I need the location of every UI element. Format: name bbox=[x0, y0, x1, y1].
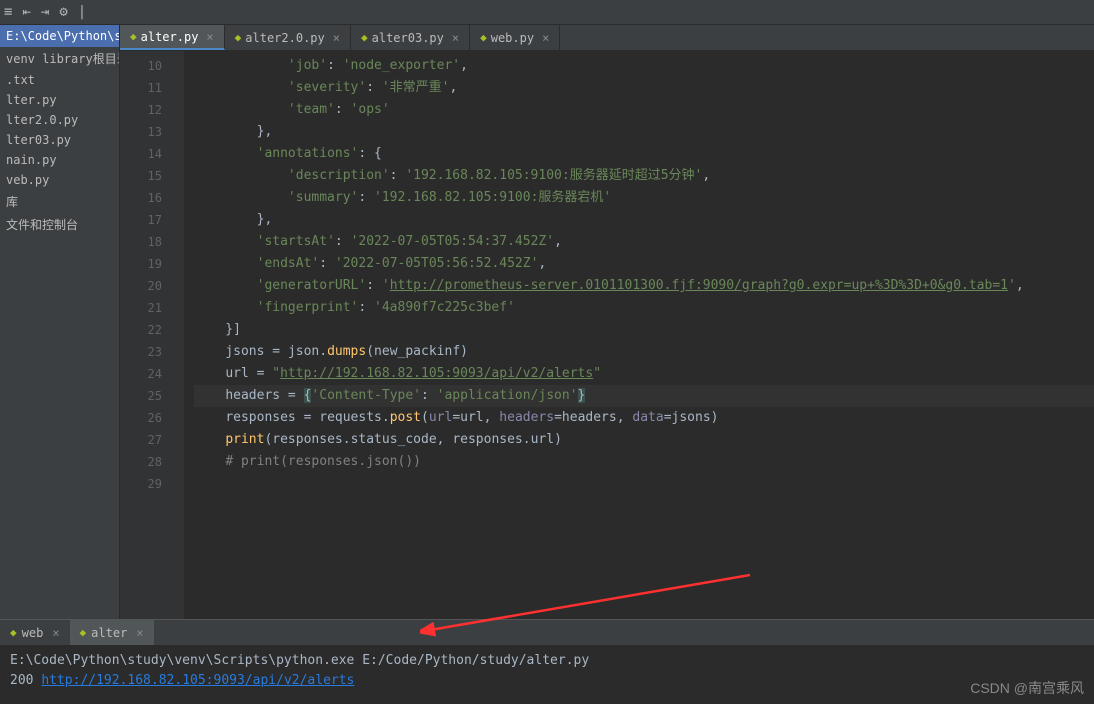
code-line-15[interactable]: 'description': '192.168.82.105:9100:服务器延… bbox=[194, 165, 1094, 187]
sidebar-item-6[interactable]: veb.py bbox=[0, 170, 119, 190]
code-line-21[interactable]: 'fingerprint': '4a890f7c225c3bef' bbox=[194, 297, 1094, 319]
sidebar-item-2[interactable]: lter.py bbox=[0, 90, 119, 110]
close-icon[interactable]: × bbox=[333, 31, 340, 45]
code-editor[interactable]: 1011121314151617181920212223242526272829… bbox=[120, 51, 1094, 619]
code-line-27[interactable]: print(responses.status_code, responses.u… bbox=[194, 429, 1094, 451]
line-gutter: 1011121314151617181920212223242526272829 bbox=[120, 51, 170, 619]
close-icon[interactable]: × bbox=[52, 626, 59, 640]
code-line-18[interactable]: 'startsAt': '2022-07-05T05:54:37.452Z', bbox=[194, 231, 1094, 253]
tab-web-py[interactable]: ◆web.py× bbox=[470, 25, 560, 50]
python-icon: ◆ bbox=[130, 30, 137, 43]
code-line-17[interactable]: }, bbox=[194, 209, 1094, 231]
watermark: CSDN @南宫乘风 bbox=[970, 678, 1084, 698]
output-command: E:\Code\Python\study\venv\Scripts\python… bbox=[10, 651, 1084, 671]
python-icon: ◆ bbox=[10, 626, 17, 639]
code-line-25[interactable]: headers = {'Content-Type': 'application/… bbox=[194, 385, 1094, 407]
code-line-24[interactable]: url = "http://192.168.82.105:9093/api/v2… bbox=[194, 363, 1094, 385]
code-line-26[interactable]: responses = requests.post(url=url, heade… bbox=[194, 407, 1094, 429]
close-icon[interactable]: × bbox=[542, 31, 549, 45]
code-line-16[interactable]: 'summary': '192.168.82.105:9100:服务器宕机' bbox=[194, 187, 1094, 209]
close-icon[interactable]: × bbox=[452, 31, 459, 45]
sidebar-item-5[interactable]: nain.py bbox=[0, 150, 119, 170]
divider-icon: | bbox=[78, 4, 86, 20]
fold-column[interactable] bbox=[170, 51, 184, 619]
close-icon[interactable]: × bbox=[206, 30, 213, 44]
code-line-11[interactable]: 'severity': '非常严重', bbox=[194, 77, 1094, 99]
gear-icon[interactable]: ⚙ bbox=[59, 4, 67, 20]
output-status: 200 bbox=[10, 673, 33, 688]
menu-icon[interactable]: ≡ bbox=[4, 4, 12, 20]
output-url[interactable]: http://192.168.82.105:9093/api/v2/alerts bbox=[41, 673, 354, 688]
project-sidebar: E:\Code\Python\s venv library根目录.txtlter… bbox=[0, 25, 120, 619]
run-tab-alter[interactable]: ◆alter× bbox=[70, 620, 154, 645]
run-panel: ◆web×◆alter× E:\Code\Python\study\venv\S… bbox=[0, 619, 1094, 704]
python-icon: ◆ bbox=[235, 31, 242, 44]
run-output[interactable]: E:\Code\Python\study\venv\Scripts\python… bbox=[0, 645, 1094, 697]
tab-alter2-0-py[interactable]: ◆alter2.0.py× bbox=[225, 25, 351, 50]
code-line-13[interactable]: }, bbox=[194, 121, 1094, 143]
sidebar-item-7[interactable]: 库 bbox=[0, 190, 119, 213]
code-line-12[interactable]: 'team': 'ops' bbox=[194, 99, 1094, 121]
code-line-20[interactable]: 'generatorURL': 'http://prometheus-serve… bbox=[194, 275, 1094, 297]
tab-alter03-py[interactable]: ◆alter03.py× bbox=[351, 25, 470, 50]
sidebar-path[interactable]: E:\Code\Python\s bbox=[0, 25, 119, 47]
code-line-29[interactable] bbox=[194, 473, 1094, 495]
sidebar-item-8[interactable]: 文件和控制台 bbox=[0, 213, 119, 236]
python-icon: ◆ bbox=[480, 31, 487, 44]
code-line-19[interactable]: 'endsAt': '2022-07-05T05:56:52.452Z', bbox=[194, 253, 1094, 275]
code-line-10[interactable]: 'job': 'node_exporter', bbox=[194, 55, 1094, 77]
sidebar-item-4[interactable]: lter03.py bbox=[0, 130, 119, 150]
code-line-14[interactable]: 'annotations': { bbox=[194, 143, 1094, 165]
tab-alter-py[interactable]: ◆alter.py× bbox=[120, 25, 225, 50]
code-line-22[interactable]: }] bbox=[194, 319, 1094, 341]
close-icon[interactable]: × bbox=[136, 626, 143, 640]
sidebar-item-1[interactable]: .txt bbox=[0, 70, 119, 90]
code-line-23[interactable]: jsons = json.dumps(new_packinf) bbox=[194, 341, 1094, 363]
code-line-28[interactable]: # print(responses.json()) bbox=[194, 451, 1094, 473]
code-body[interactable]: 'job': 'node_exporter', 'severity': '非常严… bbox=[184, 51, 1094, 619]
indent-icon[interactable]: ⇥ bbox=[41, 4, 49, 20]
outdent-icon[interactable]: ⇤ bbox=[22, 4, 30, 20]
python-icon: ◆ bbox=[80, 626, 87, 639]
sidebar-item-3[interactable]: lter2.0.py bbox=[0, 110, 119, 130]
main-toolbar: ≡ ⇤ ⇥ ⚙ | bbox=[0, 0, 1094, 25]
editor-tabs: ◆alter.py×◆alter2.0.py×◆alter03.py×◆web.… bbox=[120, 25, 1094, 51]
run-tab-web[interactable]: ◆web× bbox=[0, 620, 70, 645]
sidebar-item-0[interactable]: venv library根目录 bbox=[0, 47, 119, 70]
python-icon: ◆ bbox=[361, 31, 368, 44]
run-tabs: ◆web×◆alter× bbox=[0, 620, 1094, 645]
